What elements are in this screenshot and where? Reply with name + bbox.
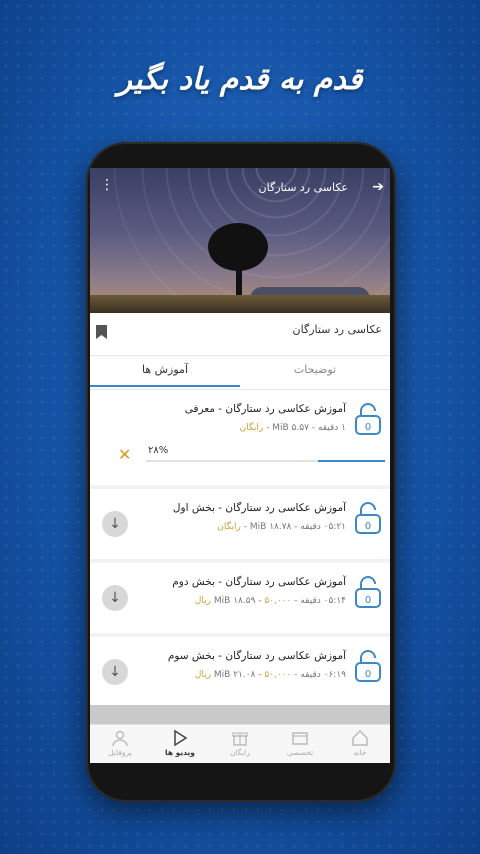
bookmark-icon[interactable] xyxy=(96,325,107,339)
lesson-meta: ۱ دقیقه - MiB ۵.۵۷ - رایگان xyxy=(239,423,346,433)
nav-home[interactable]: خانه xyxy=(330,725,390,763)
download-button[interactable]: ↓ xyxy=(102,659,128,685)
lesson-item[interactable]: 0 آموزش عکاسی رد ستارگان - بخش اول ۰۵:۲۱… xyxy=(90,489,390,559)
svg-text:0: 0 xyxy=(365,422,371,433)
nav-profile[interactable]: پروفایل xyxy=(90,725,150,763)
back-arrow-icon[interactable]: ➔ xyxy=(372,179,384,195)
lock-icon: 0 xyxy=(355,576,381,608)
lesson-meta: ۰۶:۱۹ دقیقه - MiB ۲۱.۰۸ - ۵۰,۰۰۰ ریال xyxy=(194,670,346,680)
lesson-item[interactable]: 0 آموزش عکاسی رد ستارگان - بخش دوم ۰۵:۱۴… xyxy=(90,563,390,633)
gift-icon xyxy=(232,732,248,746)
svg-text:0: 0 xyxy=(365,595,371,606)
svg-text:0: 0 xyxy=(365,669,371,680)
tab-bar: توضیحات آموزش ها xyxy=(90,355,390,390)
download-progress-label: ۲۸% xyxy=(148,445,169,456)
lesson-item[interactable]: 0 آموزش عکاسی رد ستارگان - بخش سوم ۰۶:۱۹… xyxy=(90,637,390,705)
lock-icon: 0 xyxy=(355,403,381,435)
download-button[interactable]: ↓ xyxy=(102,585,128,611)
tab-description[interactable]: توضیحات xyxy=(240,355,390,389)
header-title: عکاسی رد ستارگان xyxy=(258,181,348,194)
bottom-navigation: خانه تخصصی رایگان ویدیو ها پروفایل xyxy=(90,724,390,763)
svg-text:0: 0 xyxy=(365,521,371,532)
tab-lessons[interactable]: آموزش ها xyxy=(90,355,240,387)
home-icon xyxy=(352,729,368,746)
lesson-title: آموزش عکاسی رد ستارگان - بخش دوم xyxy=(172,576,346,588)
course-cover-image: ➔ عکاسی رد ستارگان ⋮ xyxy=(90,168,390,313)
lesson-meta: ۰۵:۲۱ دقیقه - MiB ۱۸.۷۸ - رایگان xyxy=(217,522,346,532)
lesson-title: آموزش عکاسی رد ستارگان - بخش اول xyxy=(172,502,346,514)
app-screen: ➔ عکاسی رد ستارگان ⋮ عکاسی رد ستارگان تو… xyxy=(90,168,390,763)
course-title: عکاسی رد ستارگان xyxy=(292,323,382,336)
folder-icon xyxy=(292,732,308,745)
lesson-item[interactable]: 0 آموزش عکاسی رد ستارگان - معرفی ۱ دقیقه… xyxy=(90,390,390,485)
download-button[interactable]: ↓ xyxy=(102,511,128,537)
nav-videos[interactable]: ویدیو ها xyxy=(150,725,210,763)
cancel-download-icon[interactable]: ✕ xyxy=(118,445,131,464)
nav-specialized[interactable]: تخصصی xyxy=(270,725,330,763)
list-footer-strip xyxy=(90,705,390,725)
lock-icon: 0 xyxy=(355,650,381,682)
lesson-meta: ۰۵:۱۴ دقیقه - MiB ۱۸.۵۹ - ۵۰,۰۰۰ ریال xyxy=(194,596,346,606)
nav-free[interactable]: رایگان xyxy=(210,725,270,763)
lesson-list: 0 آموزش عکاسی رد ستارگان - معرفی ۱ دقیقه… xyxy=(90,390,390,705)
lesson-title: آموزش عکاسی رد ستارگان - معرفی xyxy=(184,403,346,415)
play-icon xyxy=(174,729,188,747)
user-icon xyxy=(112,730,128,747)
lesson-title: آموزش عکاسی رد ستارگان - بخش سوم xyxy=(167,650,346,662)
promo-headline: قدم به قدم یاد بگیر xyxy=(117,62,363,97)
more-vert-icon[interactable]: ⋮ xyxy=(100,178,114,192)
download-progress-bar xyxy=(146,460,385,462)
course-title-bar: عکاسی رد ستارگان xyxy=(90,313,390,356)
lock-icon: 0 xyxy=(355,502,381,534)
